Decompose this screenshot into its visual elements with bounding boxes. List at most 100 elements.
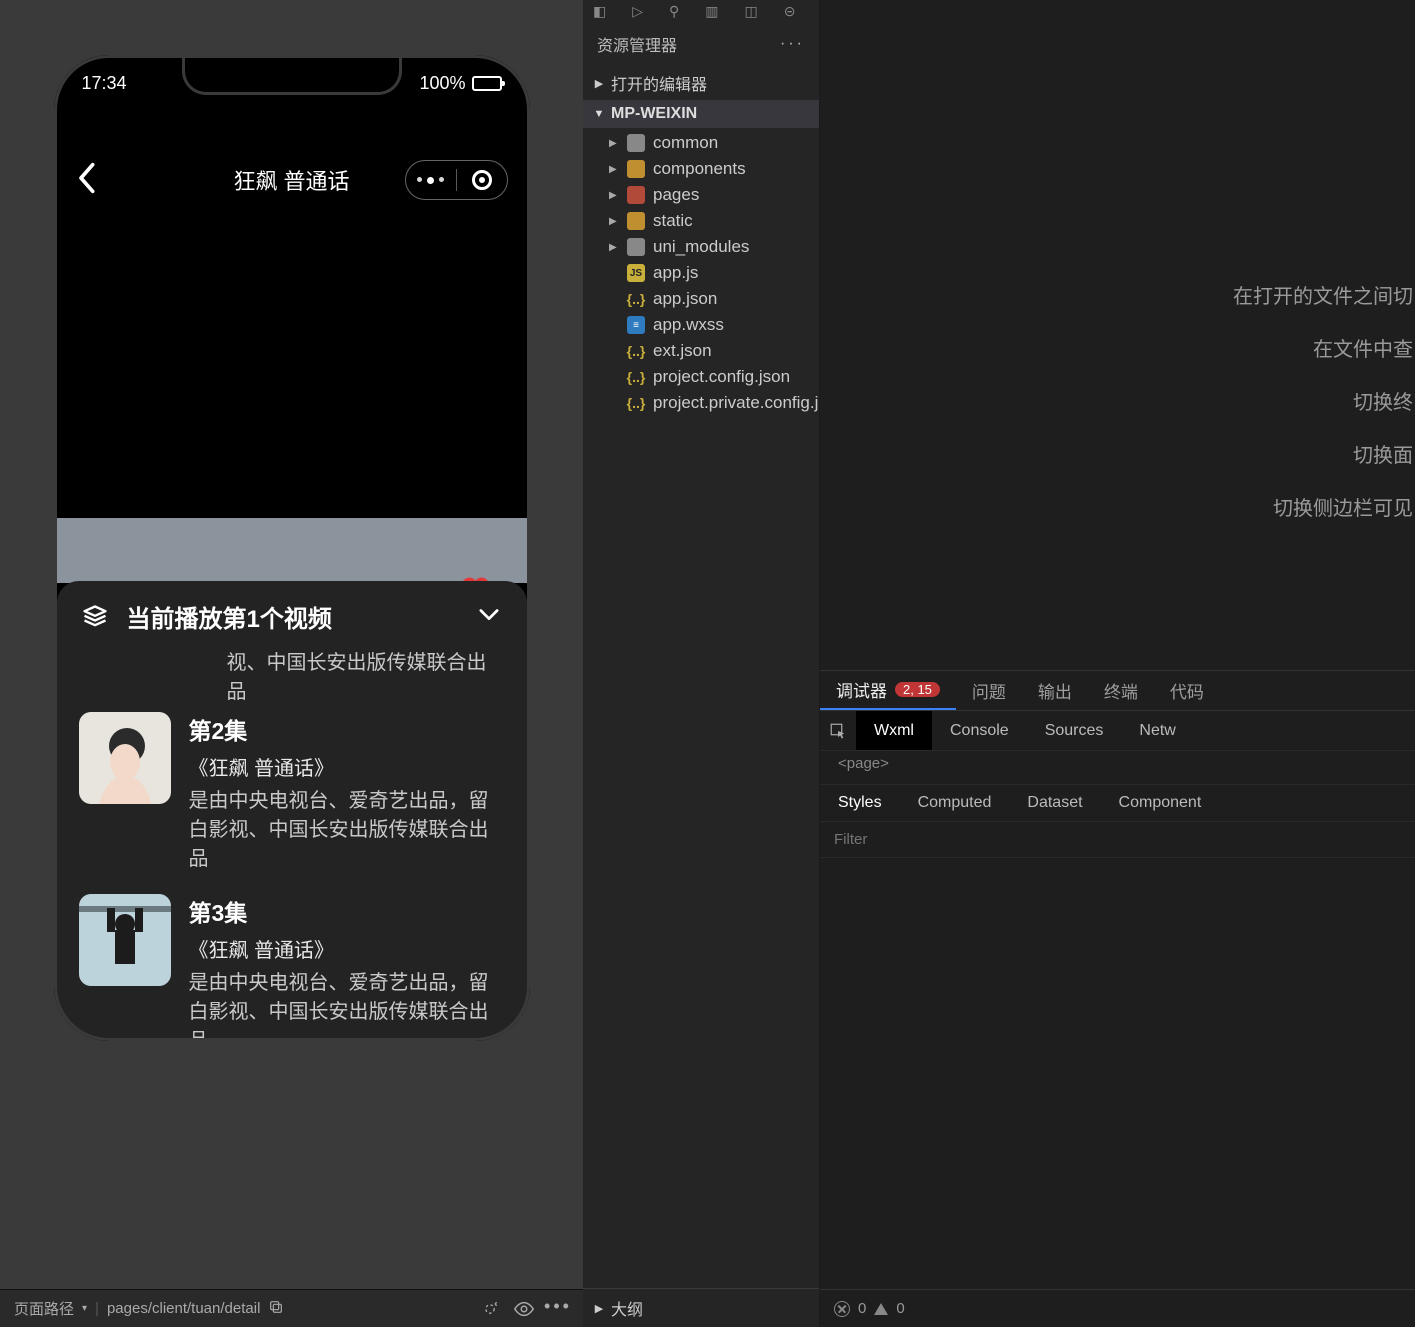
file-name: app.json xyxy=(653,289,717,309)
folder-icon xyxy=(627,212,645,230)
styles-filter-input[interactable] xyxy=(820,831,1415,848)
folder-row[interactable]: ▶ uni_modules xyxy=(583,234,819,260)
target-icon xyxy=(472,170,492,190)
subtab-sources[interactable]: Sources xyxy=(1027,711,1122,750)
status-battery-percent: 100% xyxy=(419,73,465,94)
json-file-icon: {..} xyxy=(627,368,645,386)
wxss-file-icon: ≡ xyxy=(627,316,645,334)
dash-icon[interactable]: ⊝ xyxy=(784,3,796,20)
capsule-menu-button[interactable] xyxy=(406,161,456,199)
folder-name: components xyxy=(653,159,746,179)
folder-name: uni_modules xyxy=(653,237,749,257)
file-row[interactable]: {..}ext.json xyxy=(583,338,819,364)
chevron-right-icon: ▶ xyxy=(609,216,619,227)
episode-item[interactable]: 第3集《狂飙 普通话》是由中央电视台、爱奇艺出品，留白影视、中国长安出版传媒联合… xyxy=(79,894,505,1038)
episode-show-name: 《狂飙 普通话》 xyxy=(189,934,505,963)
episode-item[interactable]: 第2集《狂飙 普通话》是由中央电视台、爱奇艺出品，留白影视、中国长安出版传媒联合… xyxy=(79,712,505,874)
chevron-down-icon[interactable] xyxy=(475,600,503,633)
json-file-icon: {..} xyxy=(627,342,645,360)
editor-hints: 在打开的文件之间切在文件中查切换终切换面切换侧边栏可见 xyxy=(1233,280,1415,521)
episode-sheet: 当前播放第1个视频 视、中国长安出版传媒联合出品 第2集《狂飙 普通话》是由中央… xyxy=(57,581,527,1038)
editor-hint: 在文件中查 xyxy=(1233,333,1413,362)
styletab-computed[interactable]: Computed xyxy=(900,794,1010,812)
status-time: 17:34 xyxy=(82,73,127,94)
tab-output[interactable]: 输出 xyxy=(1022,671,1088,710)
folder-icon xyxy=(627,186,645,204)
page-path-value: pages/client/tuan/detail xyxy=(107,1300,260,1317)
json-file-icon: {..} xyxy=(627,290,645,308)
episode-thumbnail xyxy=(79,712,171,804)
error-icon[interactable] xyxy=(834,1301,850,1317)
explorer-more-icon[interactable]: ··· xyxy=(780,35,805,53)
warning-icon[interactable] xyxy=(874,1303,888,1315)
chevron-right-icon: ▶ xyxy=(593,77,605,90)
layout-icon[interactable]: ▥ xyxy=(705,3,718,20)
folder-row[interactable]: ▶common xyxy=(583,130,819,156)
open-editors-section[interactable]: ▶ 打开的编辑器 xyxy=(583,66,819,100)
folder-row[interactable]: ▶components xyxy=(583,156,819,182)
panel-icon[interactable]: ◧ xyxy=(593,3,606,20)
episode-show-name: 《狂飙 普通话》 xyxy=(189,752,505,781)
simulator-bottom-bar: 页面路径 ▾ | pages/client/tuan/detail ••• xyxy=(0,1289,583,1327)
outline-section[interactable]: ▶ 大纲 xyxy=(583,1288,819,1327)
editor-top-icons: ◧ ▷ ⚲ ▥ ◫ ⊝ xyxy=(583,0,819,22)
episode-thumbnail xyxy=(79,894,171,986)
tab-terminal[interactable]: 终端 xyxy=(1088,671,1154,710)
page-title: 狂飙 普通话 xyxy=(233,164,349,196)
folder-icon xyxy=(627,134,645,152)
autoplay-icon[interactable] xyxy=(479,1298,501,1320)
tab-code[interactable]: 代码 xyxy=(1154,671,1220,710)
subtab-console[interactable]: Console xyxy=(932,711,1027,750)
file-row[interactable]: {..}project.config.json xyxy=(583,364,819,390)
back-icon[interactable] xyxy=(76,161,96,200)
capsule xyxy=(405,160,508,200)
chevron-down-icon: ▼ xyxy=(593,108,605,120)
file-name: app.wxss xyxy=(653,315,724,335)
stack-icon xyxy=(81,603,109,631)
tool-icon[interactable]: ⚲ xyxy=(669,3,679,20)
folder-name: static xyxy=(653,211,693,231)
chevron-right-icon: ▶ xyxy=(609,190,619,201)
copy-icon[interactable] xyxy=(268,1299,284,1319)
editor-hint: 切换终 xyxy=(1233,386,1413,415)
episode-title: 第2集 xyxy=(189,712,248,746)
episode-title: 第3集 xyxy=(189,894,248,928)
simulator-pane: 17:34 100% 狂飙 普通话 xyxy=(0,0,583,1327)
layout2-icon[interactable]: ◫ xyxy=(745,3,758,20)
file-row[interactable]: {..}project.private.config.js... xyxy=(583,390,819,416)
subtab-wxml[interactable]: Wxml xyxy=(856,711,932,750)
editor-hint: 在打开的文件之间切 xyxy=(1233,280,1413,309)
file-row[interactable]: {..} app.json xyxy=(583,286,819,312)
editor-hint: 切换面 xyxy=(1233,439,1413,468)
folder-name: pages xyxy=(653,185,699,205)
file-name: project.private.config.js... xyxy=(653,393,819,413)
battery-icon xyxy=(472,76,502,91)
issues-badge: 2, 15 xyxy=(895,682,940,697)
styletab-component[interactable]: Component xyxy=(1101,794,1220,812)
file-row[interactable]: ≡ app.wxss xyxy=(583,312,819,338)
tab-problems[interactable]: 问题 xyxy=(956,671,1022,710)
wxml-root-tag[interactable]: <page> xyxy=(820,751,1415,776)
page-path-label: 页面路径 xyxy=(14,1298,74,1319)
subtab-network[interactable]: Netw xyxy=(1121,711,1193,750)
chevron-down-icon[interactable]: ▾ xyxy=(82,1303,87,1314)
explorer-title: 资源管理器 xyxy=(597,32,677,56)
warning-count: 0 xyxy=(896,1300,904,1317)
folder-row[interactable]: ▶ pages xyxy=(583,182,819,208)
inspect-icon[interactable] xyxy=(820,722,856,740)
devtools-status-bar: 0 0 xyxy=(820,1289,1415,1327)
capsule-close-button[interactable] xyxy=(457,161,507,199)
chevron-right-icon: ▶ xyxy=(609,242,619,253)
prev-episode-desc-tail: 视、中国长安出版传媒联合出品 xyxy=(57,646,527,704)
more-icon[interactable]: ••• xyxy=(547,1296,569,1318)
styletab-styles[interactable]: Styles xyxy=(820,794,900,812)
project-section[interactable]: ▼ MP-WEIXIN xyxy=(583,100,819,128)
sheet-header[interactable]: 当前播放第1个视频 xyxy=(57,599,527,648)
phone-notch xyxy=(182,55,402,95)
folder-row[interactable]: ▶ static xyxy=(583,208,819,234)
tab-debugger[interactable]: 调试器 2, 15 xyxy=(820,671,956,710)
file-row[interactable]: JSapp.js xyxy=(583,260,819,286)
eye-icon[interactable] xyxy=(513,1298,535,1320)
run-icon[interactable]: ▷ xyxy=(632,3,643,20)
styletab-dataset[interactable]: Dataset xyxy=(1009,794,1100,812)
